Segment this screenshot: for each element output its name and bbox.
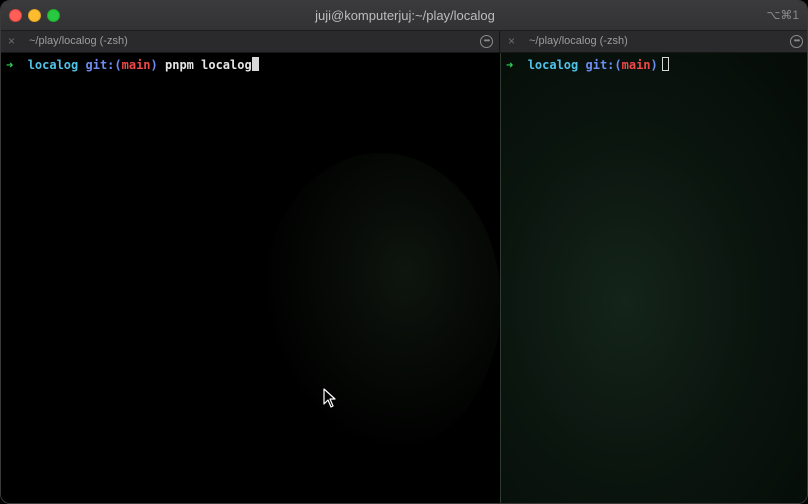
terminal-pane-left[interactable]: ➜ localog git:(main) pnpm localog <box>1 53 501 503</box>
mouse-pointer-icon <box>323 388 336 408</box>
prompt-line: ➜ localog git:(main) pnpm localog <box>6 57 259 73</box>
text-cursor <box>251 57 259 71</box>
prompt-line: ➜ localog git:(main) <box>506 57 669 73</box>
close-icon[interactable]: × <box>8 34 15 48</box>
tab-label: ~/play/localog (-zsh) <box>529 35 628 47</box>
window-shortcut: ⌥⌘1 <box>766 8 799 22</box>
text-cursor <box>661 57 669 71</box>
prompt-git-prefix: git:( <box>85 58 122 72</box>
prompt-git-prefix: git:( <box>585 58 622 72</box>
tab-right-pane[interactable]: × ~/play/localog (-zsh) ••• <box>501 31 807 53</box>
terminal-window: juji@komputerjuj:~/play/localog ⌥⌘1 × ~/… <box>0 0 808 504</box>
more-options-icon[interactable]: ••• <box>790 35 803 48</box>
terminal-pane-right[interactable]: ➜ localog git:(main) <box>501 53 807 503</box>
prompt-arrow-icon: ➜ <box>6 58 14 72</box>
prompt-directory: localog <box>27 58 79 72</box>
background-image <box>261 153 501 453</box>
more-options-icon[interactable]: ••• <box>480 35 493 48</box>
command-input[interactable]: pnpm localog <box>165 58 252 72</box>
prompt-arrow-icon: ➜ <box>506 58 514 72</box>
window-title: juji@komputerjuj:~/play/localog <box>315 8 495 23</box>
title-bar[interactable]: juji@komputerjuj:~/play/localog ⌥⌘1 <box>1 1 807 31</box>
prompt-git-suffix: ) <box>650 58 658 72</box>
prompt-directory: localog <box>527 58 579 72</box>
prompt-git-suffix: ) <box>150 58 158 72</box>
close-icon[interactable]: × <box>508 34 515 48</box>
prompt-branch: main <box>621 58 651 72</box>
tab-bar: × ~/play/localog (-zsh) ••• × ~/play/loc… <box>1 31 807 53</box>
tab-left-pane[interactable]: × ~/play/localog (-zsh) ••• <box>1 31 500 53</box>
tab-label: ~/play/localog (-zsh) <box>29 35 128 47</box>
prompt-branch: main <box>121 58 151 72</box>
